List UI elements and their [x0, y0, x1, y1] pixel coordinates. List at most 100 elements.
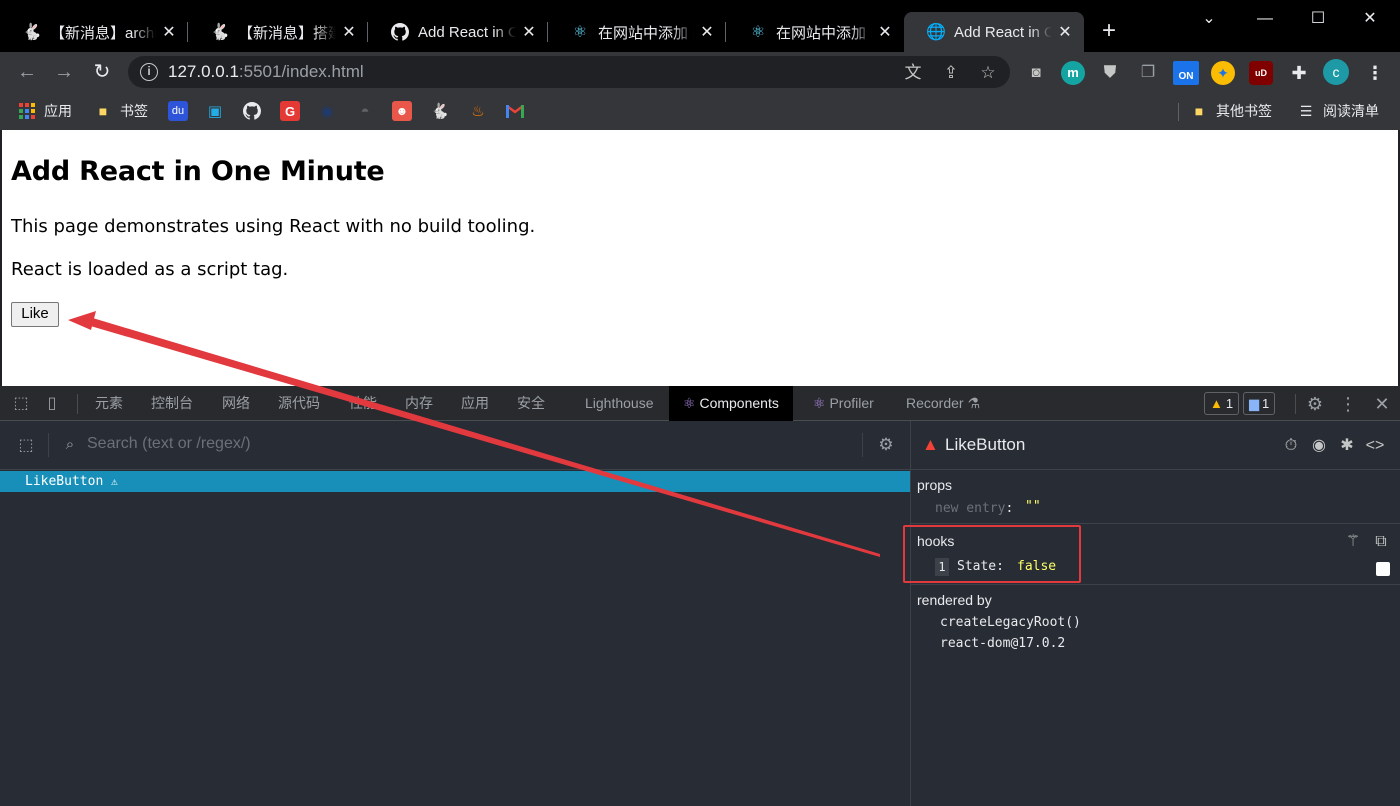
compass-extension-icon[interactable]: ✦: [1211, 61, 1235, 85]
rabbit-bookmark-icon[interactable]: 🐇: [430, 101, 450, 121]
g-red-icon[interactable]: G: [280, 101, 300, 121]
tab-title: 在网站中添加 Re: [776, 24, 872, 42]
share-icon[interactable]: ⇪: [940, 62, 962, 84]
puzzle-extensions-icon[interactable]: ✚: [1287, 61, 1311, 85]
tab-search-icon[interactable]: ⌄: [1196, 6, 1222, 32]
tab-profiler[interactable]: ⚛ Profiler: [813, 386, 874, 421]
view-source-icon[interactable]: <>: [1365, 436, 1385, 456]
tab-title: 在网站中添加 Re: [598, 24, 694, 42]
search-separator: [48, 433, 49, 457]
device-toolbar-icon[interactable]: ▯: [42, 394, 62, 414]
hook-checkbox[interactable]: [1376, 562, 1390, 576]
tab-components[interactable]: ⚛ Components: [669, 386, 793, 421]
star-icon[interactable]: ☆: [977, 62, 999, 84]
close-icon[interactable]: ✕: [698, 22, 716, 42]
profile-avatar[interactable]: c: [1323, 59, 1349, 85]
inspect-element-icon[interactable]: ⬚: [11, 394, 31, 414]
search-input[interactable]: Search (text or /regex/): [87, 435, 251, 453]
rabbit-icon: 🐇: [210, 24, 230, 41]
like-button[interactable]: Like: [11, 302, 59, 327]
props-label: props: [917, 477, 953, 493]
browser-tab[interactable]: ⚛ 在网站中添加 Re ✕: [548, 12, 726, 52]
globe-icon: 🌐: [926, 24, 946, 41]
back-button[interactable]: ←: [13, 58, 41, 86]
tab-network[interactable]: 网络: [222, 386, 250, 421]
browser-tab[interactable]: 🐇 【新消息】archi ✕: [0, 12, 188, 52]
translate-icon[interactable]: 文: [902, 62, 924, 84]
close-icon[interactable]: ✕: [520, 22, 538, 42]
inspector-panel: ▲ LikeButton ⏱ ◉ ✱ <> props new entry: "…: [910, 421, 1400, 806]
address-bar[interactable]: i 127.0.0.1:5501/index.html 文 ⇪ ☆: [128, 56, 1010, 88]
close-icon[interactable]: ✕: [340, 22, 358, 42]
info-icon[interactable]: i: [140, 63, 158, 81]
other-bookmarks[interactable]: ■ 其他书签: [1190, 100, 1272, 122]
bookmarks-folder[interactable]: ■ 书签: [94, 100, 148, 122]
github-bookmark-icon[interactable]: [242, 101, 262, 121]
reading-list[interactable]: ☰ 阅读清单: [1297, 100, 1379, 122]
select-element-icon[interactable]: ⬚: [16, 436, 36, 456]
close-icon[interactable]: ✕: [876, 22, 894, 42]
warnings-badge[interactable]: ▲ 1: [1204, 392, 1240, 415]
warning-icon: ▲: [1210, 396, 1223, 411]
devtools-separator: [1295, 394, 1296, 414]
eye-icon[interactable]: ◉: [1309, 436, 1329, 456]
maximize-button[interactable]: ☐: [1305, 6, 1331, 32]
tree-item-likebutton[interactable]: LikeButton ⚠: [0, 471, 910, 492]
apps-bookmark[interactable]: 应用: [18, 100, 72, 122]
tabs-extension-icon[interactable]: ❐: [1136, 61, 1160, 85]
rendered-by-item[interactable]: react-dom@17.0.2: [940, 636, 1065, 651]
tab-memory[interactable]: 内存: [405, 386, 433, 421]
tab-performance[interactable]: 性能: [349, 386, 377, 421]
browser-tab[interactable]: Add React in O ✕: [368, 12, 548, 52]
rendered-by-item[interactable]: createLegacyRoot(): [940, 615, 1081, 630]
browser-tab-active[interactable]: 🌐 Add React in O ✕: [904, 12, 1084, 52]
minimize-button[interactable]: —: [1252, 6, 1278, 32]
tab-sources[interactable]: 源代码: [278, 386, 320, 421]
react-icon: ⚛: [572, 24, 588, 41]
search-separator: [862, 433, 863, 457]
tab-lighthouse[interactable]: Lighthouse: [585, 386, 654, 421]
bug-icon[interactable]: ✱: [1337, 436, 1357, 456]
reload-button[interactable]: ↻: [88, 58, 116, 86]
more-options-icon[interactable]: ⋮: [1338, 394, 1358, 414]
url-text[interactable]: 127.0.0.1:5501/index.html: [168, 62, 364, 82]
close-icon[interactable]: ✕: [1056, 22, 1074, 42]
browser-tab[interactable]: ⚛ 在网站中添加 Re ✕: [726, 12, 904, 52]
new-entry-value[interactable]: "": [1025, 499, 1041, 514]
inspector-header: ▲ LikeButton ⏱ ◉ ✱ <>: [911, 421, 1400, 470]
on-extension-icon[interactable]: ON: [1173, 61, 1199, 85]
close-icon[interactable]: ✕: [160, 22, 178, 42]
warning-icon: ⚠: [111, 475, 118, 488]
forward-button[interactable]: →: [50, 58, 78, 86]
tab-security[interactable]: 安全: [517, 386, 545, 421]
tab-application[interactable]: 应用: [461, 386, 489, 421]
edge-icon[interactable]: ◉: [317, 101, 337, 121]
settings-gear-icon[interactable]: ⚙: [1305, 394, 1325, 414]
new-entry-key[interactable]: new entry:: [935, 501, 1013, 516]
baidu-icon[interactable]: du: [168, 101, 188, 121]
screenshot-extension-icon[interactable]: ◙: [1024, 61, 1048, 85]
tab-console[interactable]: 控制台: [151, 386, 193, 421]
close-devtools-icon[interactable]: ✕: [1372, 394, 1392, 414]
bilibili-icon[interactable]: ▣: [205, 101, 225, 121]
messages-badge[interactable]: ▆ 1: [1243, 392, 1276, 415]
tab-elements[interactable]: 元素: [95, 386, 123, 421]
mascot-icon[interactable]: ☻: [392, 101, 412, 121]
tab-recorder[interactable]: Recorder ⚗: [906, 386, 980, 421]
browser-tab[interactable]: 🐇 【新消息】搭建 ✕: [188, 12, 368, 52]
stopwatch-icon[interactable]: ⏱: [1281, 436, 1301, 456]
shield-extension-icon[interactable]: ⛊: [1098, 61, 1122, 85]
folder-icon: ■: [98, 103, 108, 119]
settings-gear-icon[interactable]: ⚙: [876, 435, 896, 455]
gmail-icon[interactable]: [505, 101, 525, 121]
new-tab-button[interactable]: +: [1096, 18, 1122, 44]
menu-icon[interactable]: ⋮: [1363, 61, 1387, 85]
close-window-button[interactable]: ✕: [1357, 6, 1383, 32]
bookmarks-bar: 应用 ■ 书签 du ▣ G ◉ ◓ ☻ 🐇 ♨ ■ 其他书签 ☰ 阅读清单: [0, 92, 1400, 130]
cat-icon[interactable]: ◓: [355, 101, 375, 121]
copy-icon[interactable]: ⧉: [1371, 532, 1391, 552]
magic-wand-icon[interactable]: ⚚: [1343, 532, 1363, 552]
ublock-extension-icon[interactable]: uD: [1249, 61, 1273, 85]
m-extension-icon[interactable]: m: [1061, 61, 1085, 85]
tool-icon[interactable]: ♨: [468, 101, 488, 121]
